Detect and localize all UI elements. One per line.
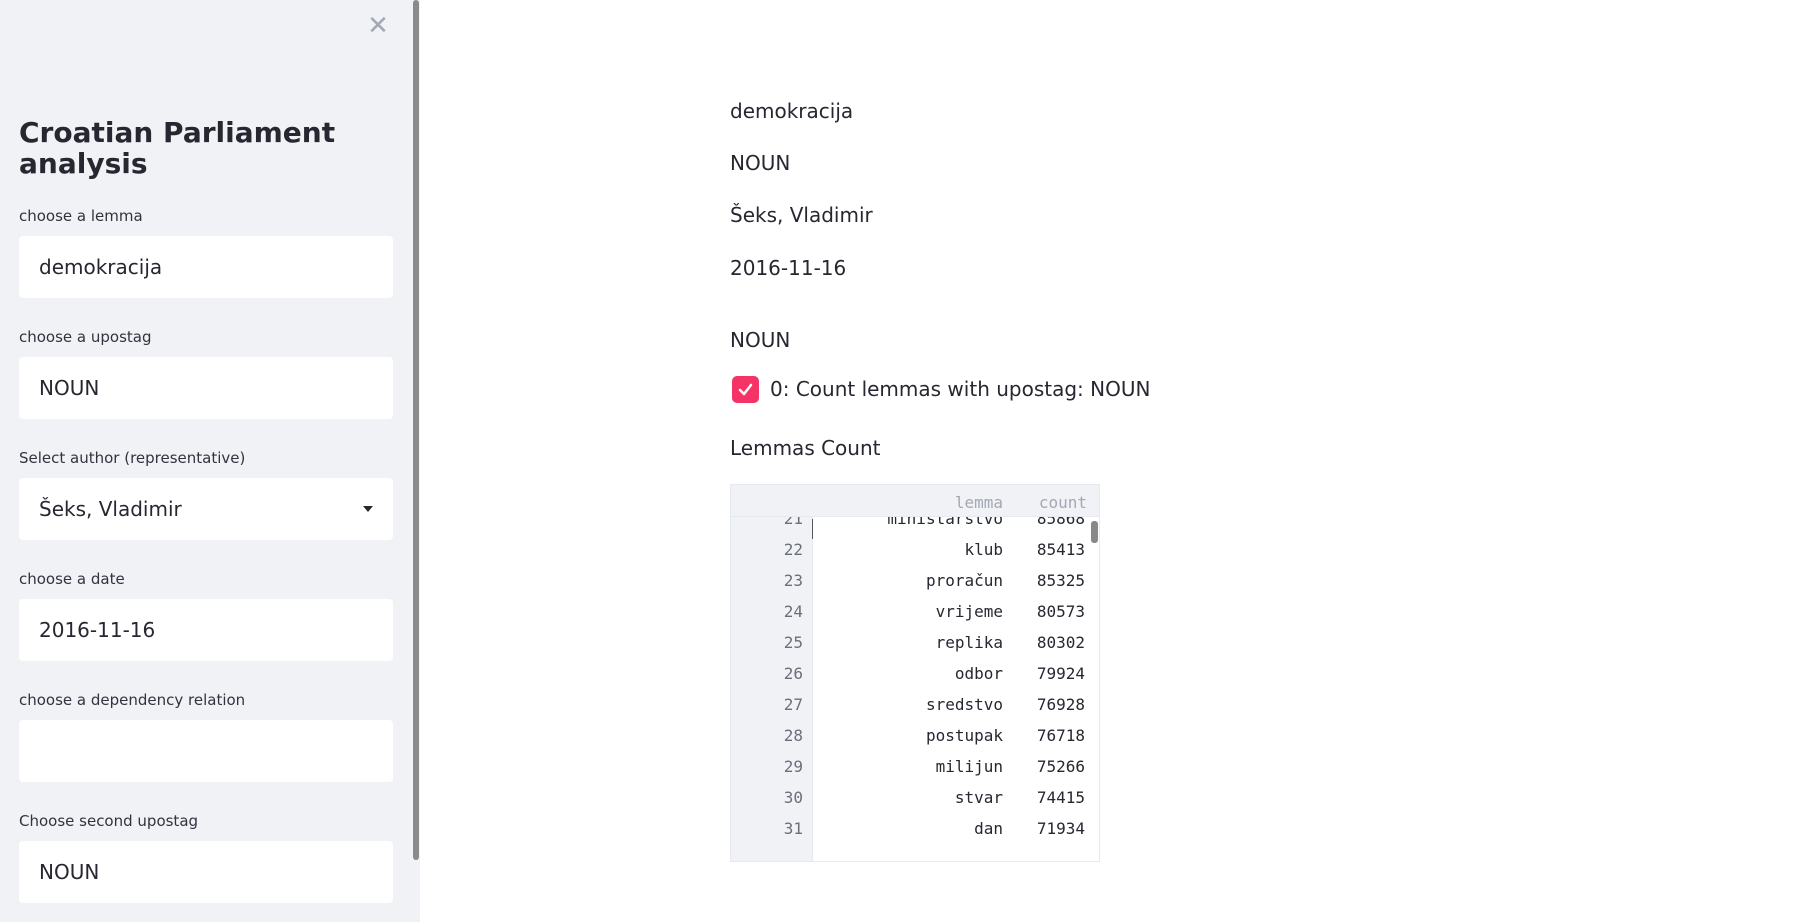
column-header-count[interactable]: count <box>1039 493 1087 512</box>
count-cell: 71934 <box>1036 819 1085 838</box>
lemma-cell: dan <box>974 819 1003 838</box>
table-row[interactable]: 21 ministarstvo 85868 <box>731 517 1099 534</box>
lemma-cell: proračun <box>925 571 1003 590</box>
row-index: 24 <box>783 602 803 621</box>
table-row[interactable]: 26 odbor 79924 <box>731 658 1099 689</box>
lemma-cell: replika <box>935 633 1003 652</box>
sidebar-scrollbar[interactable] <box>413 0 419 860</box>
lemma-label: choose a lemma <box>19 207 143 225</box>
main-upostag2-text: NOUN <box>730 328 791 352</box>
main-upostag-text: NOUN <box>730 151 791 175</box>
main-author-text: Šeks, Vladimir <box>730 203 873 227</box>
lemma-cell: vrijeme <box>935 602 1003 621</box>
column-header-lemma[interactable]: lemma <box>955 493 1003 512</box>
row-index: 26 <box>783 664 803 683</box>
dataframe-scrollbar[interactable] <box>1091 521 1098 543</box>
table-row[interactable]: 31 dan 71934 <box>731 813 1099 844</box>
date-value: 2016-11-16 <box>39 618 156 642</box>
row-index: 25 <box>783 633 803 652</box>
count-cell: 85325 <box>1036 571 1085 590</box>
lemma-cell: postupak <box>925 726 1003 745</box>
date-input[interactable]: 2016-11-16 <box>19 599 393 661</box>
table-row[interactable]: 30 stvar 74415 <box>731 782 1099 813</box>
row-index: 31 <box>783 819 803 838</box>
table-row[interactable]: 23 proračun 85325 <box>731 565 1099 596</box>
check-icon <box>738 383 753 396</box>
lemma-input[interactable]: demokracija <box>19 236 393 298</box>
lemmas-count-title: Lemmas Count <box>730 436 881 460</box>
caret-down-icon <box>363 506 373 512</box>
row-index: 29 <box>783 757 803 776</box>
date-label: choose a date <box>19 570 125 588</box>
upostag-value: NOUN <box>39 376 100 400</box>
table-row[interactable]: 22 klub 85413 <box>731 534 1099 565</box>
table-row[interactable]: 24 vrijeme 80573 <box>731 596 1099 627</box>
table-row[interactable]: 28 postupak 76718 <box>731 720 1099 751</box>
upostag-input[interactable]: NOUN <box>19 357 393 419</box>
dataframe-body[interactable]: 21 ministarstvo 85868 22 klub 85413 23 proračun… <box>731 517 1099 861</box>
row-index: 21 <box>783 517 803 528</box>
table-row[interactable]: 25 replika 80302 <box>731 627 1099 658</box>
count-cell: 85868 <box>1036 517 1085 528</box>
second-upostag-input[interactable]: NOUN <box>19 841 393 903</box>
lemma-cell: klub <box>964 540 1003 559</box>
second-upostag-value: NOUN <box>39 860 100 884</box>
main-lemma-text: demokracija <box>730 99 854 123</box>
lemma-cell: ministarstvo <box>887 517 1003 528</box>
sidebar: ✕ Croatian Parliament analysis choose a … <box>0 0 420 922</box>
count-cell: 85413 <box>1036 540 1085 559</box>
count-cell: 76718 <box>1036 726 1085 745</box>
dataframe-header: lemma count <box>731 485 1099 517</box>
text-cursor <box>812 519 813 539</box>
deprel-label: choose a dependency relation <box>19 691 246 709</box>
deprel-input[interactable] <box>19 720 393 782</box>
lemma-cell: odbor <box>954 664 1003 683</box>
main-date-text: 2016-11-16 <box>730 256 847 280</box>
lemmas-dataframe[interactable]: 21 ministarstvo 85868 22 klub 85413 23 proračun… <box>730 484 1100 862</box>
table-row[interactable]: 27 sredstvo 76928 <box>731 689 1099 720</box>
row-index: 27 <box>783 695 803 714</box>
author-value: Šeks, Vladimir <box>39 497 182 521</box>
row-index: 28 <box>783 726 803 745</box>
count-cell: 74415 <box>1036 788 1085 807</box>
close-icon[interactable]: ✕ <box>364 12 392 40</box>
count-cell: 75266 <box>1036 757 1085 776</box>
author-label: Select author (representative) <box>19 449 246 467</box>
count-cell: 79924 <box>1036 664 1085 683</box>
count-cell: 80573 <box>1036 602 1085 621</box>
row-index: 23 <box>783 571 803 590</box>
second-upostag-label: Choose second upostag <box>19 812 199 830</box>
count-lemmas-checkbox-label[interactable]: 0: Count lemmas with upostag: NOUN <box>770 377 1150 401</box>
sidebar-title: Croatian Parliament analysis <box>19 116 336 180</box>
table-row[interactable]: 29 milijun 75266 <box>731 751 1099 782</box>
lemma-cell: sredstvo <box>925 695 1003 714</box>
lemma-cell: milijun <box>935 757 1003 776</box>
upostag-label: choose a upostag <box>19 328 152 346</box>
row-index: 30 <box>783 788 803 807</box>
author-select[interactable]: Šeks, Vladimir <box>19 478 393 540</box>
lemma-value: demokracija <box>39 255 163 279</box>
row-index: 22 <box>783 540 803 559</box>
count-cell: 76928 <box>1036 695 1085 714</box>
lemma-cell: stvar <box>954 788 1003 807</box>
count-cell: 80302 <box>1036 633 1085 652</box>
count-lemmas-checkbox[interactable] <box>732 376 759 403</box>
